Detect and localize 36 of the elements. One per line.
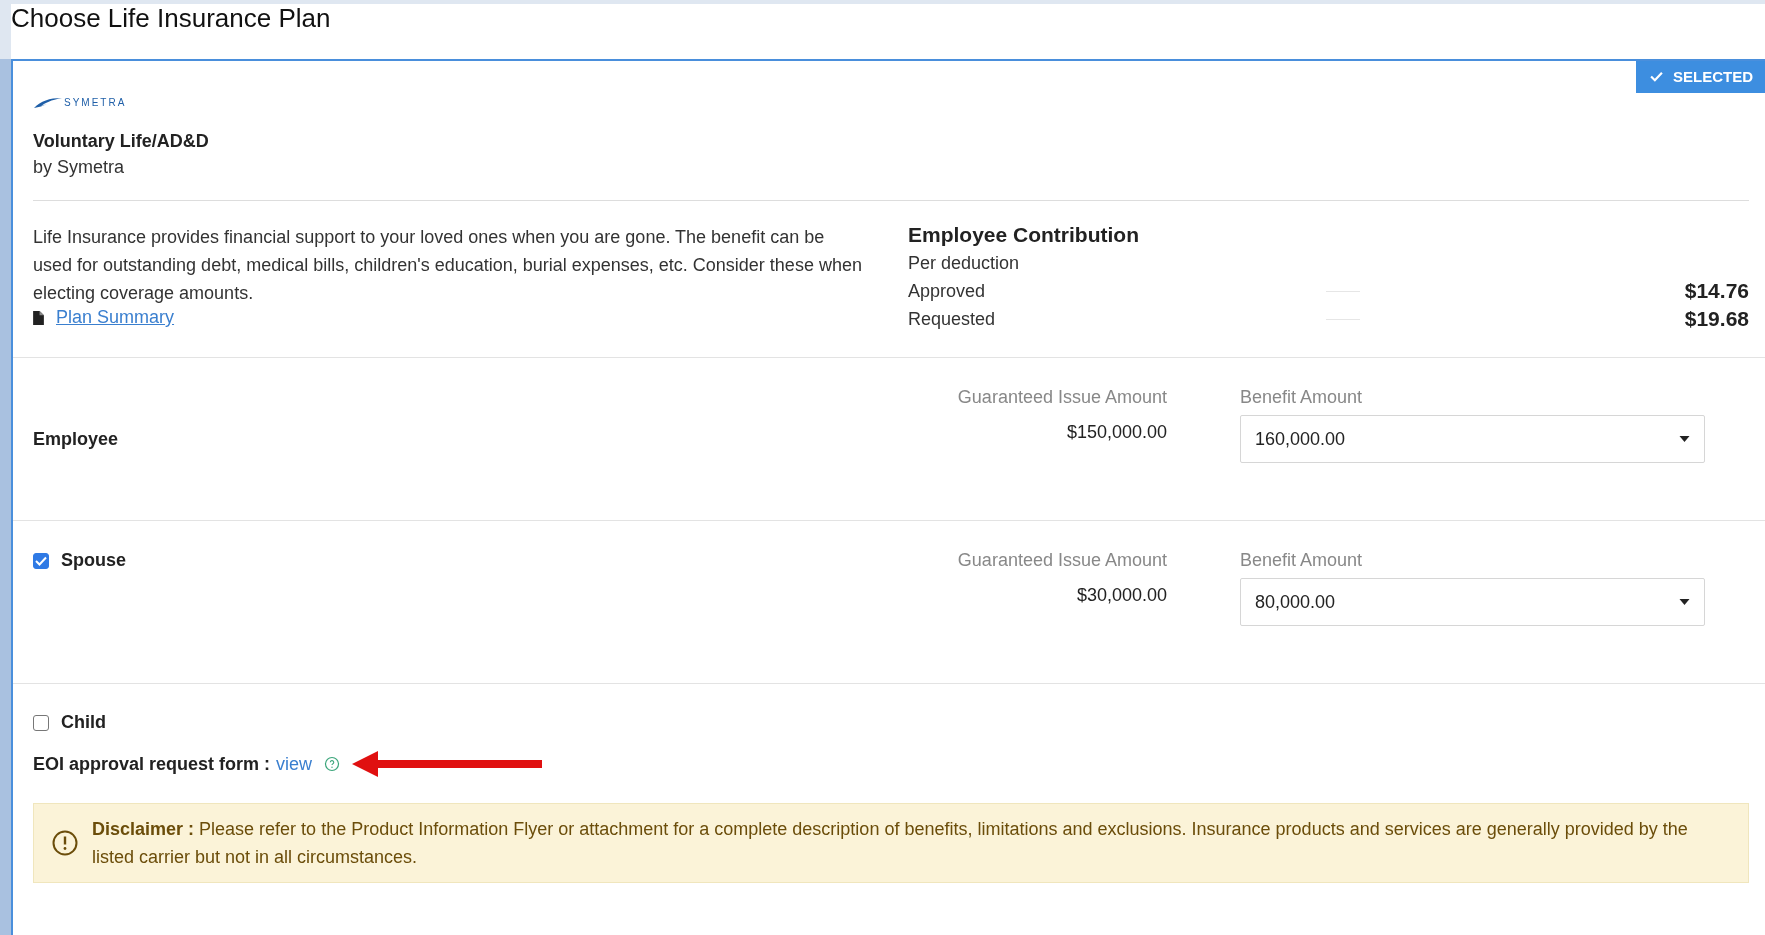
view-link[interactable]: view — [276, 753, 313, 775]
caret-icon — [1679, 599, 1690, 605]
checkbox[interactable] — [33, 714, 49, 731]
contribution-amount: $14.76 — [1684, 279, 1749, 303]
benefit-label: Benefit Amount — [1240, 387, 1364, 408]
contribution-amount: $19.68 — [1684, 307, 1749, 331]
guaranteed-label: Guaranteed Issue Amount — [956, 550, 1167, 571]
contribution-label: Requested — [908, 308, 997, 331]
warning-icon — [52, 830, 78, 856]
coverage-label: Spouse — [61, 550, 126, 571]
contribution-title: Employee Contribution — [908, 223, 1140, 247]
badge-label: SELECTED — [1673, 68, 1753, 85]
plan-description: Life Insurance provides financial support to your loved ones when you are gone. The benefit can be used for outstanding debt, medical bills, children's education, burial expenses, etc. Consider these when electing coverage amounts. — [33, 226, 863, 305]
eoi-label: EOI approval request form : — [33, 753, 271, 775]
contribution-subtitle: Per deduction — [908, 252, 1021, 275]
document-icon — [33, 310, 44, 325]
disclaimer-text: Disclaimer : Please refer to the Product Information Flyer or attachment for a complete description of benefits, limitations and exclusions. Insurance products and services are generally provided by the listed carrier but not in all circumstances. — [92, 818, 1689, 869]
logo-text: SYMETRA — [64, 96, 127, 108]
guaranteed-amount: $150,000.00 — [1065, 422, 1167, 443]
plan-name: Voluntary Life/AD&D — [33, 131, 210, 152]
page-title: Choose Life Insurance Plan — [11, 4, 332, 35]
caret-icon — [1679, 436, 1690, 442]
checkbox[interactable] — [33, 552, 49, 569]
coverage-label: Child — [61, 712, 106, 733]
swoosh-icon — [33, 95, 63, 109]
carrier-name: by Symetra — [33, 157, 126, 178]
benefit-select[interactable]: 80,000.00 — [1240, 578, 1705, 626]
coverage-label: Employee — [33, 428, 119, 450]
plan-summary-link[interactable]: Plan Summary — [56, 307, 175, 328]
guaranteed-label: Guaranteed Issue Amount — [956, 387, 1167, 408]
benefit-select[interactable]: 160,000.00 — [1240, 415, 1705, 463]
help-icon[interactable] — [324, 756, 341, 772]
guaranteed-amount: $30,000.00 — [1075, 585, 1167, 606]
check-icon — [1650, 71, 1663, 82]
contribution-label: Approved — [908, 280, 987, 303]
benefit-label: Benefit Amount — [1240, 550, 1364, 571]
